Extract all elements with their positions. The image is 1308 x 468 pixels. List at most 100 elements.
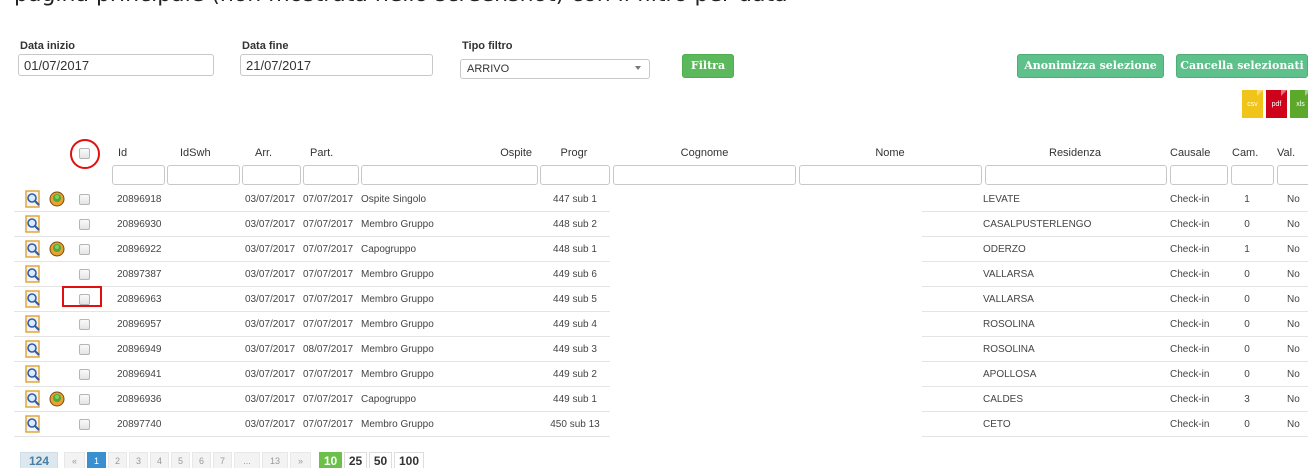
cell-reason: Check-in xyxy=(1170,419,1210,430)
next-page-button[interactable]: » xyxy=(290,452,311,468)
xls-export-icon[interactable]: xls xyxy=(1290,90,1308,118)
page-ellipsis: ... xyxy=(234,452,260,468)
filter-guest[interactable] xyxy=(361,165,538,185)
row-checkbox[interactable] xyxy=(79,194,90,205)
column-header-name[interactable]: Nome xyxy=(800,147,980,159)
csv-export-icon[interactable]: csv xyxy=(1242,90,1263,118)
page-2-button[interactable]: 2 xyxy=(108,452,127,468)
prev-page-button[interactable]: « xyxy=(64,452,85,468)
cell-id: 20896957 xyxy=(117,319,162,330)
filter-name[interactable] xyxy=(799,165,982,185)
start-date-input[interactable] xyxy=(18,54,214,76)
cell-reason: Check-in xyxy=(1170,394,1210,405)
pdf-export-icon[interactable]: pdf xyxy=(1266,90,1287,118)
column-header-arrival[interactable]: Arr. xyxy=(255,147,272,159)
cell-departure: 07/07/2017 xyxy=(303,419,354,430)
filter-val[interactable] xyxy=(1277,165,1308,185)
row-checkbox[interactable] xyxy=(79,269,90,280)
row-checkbox[interactable] xyxy=(79,244,90,255)
highlight-box xyxy=(62,286,102,307)
page-5-button[interactable]: 5 xyxy=(171,452,190,468)
end-date-input[interactable] xyxy=(240,54,433,76)
view-details-icon[interactable] xyxy=(24,265,42,283)
delete-selected-button[interactable]: Cancella selezionati xyxy=(1176,54,1308,78)
row-checkbox[interactable] xyxy=(79,419,90,430)
cell-val: No xyxy=(1287,344,1300,355)
column-header-surname[interactable]: Cognome xyxy=(612,147,797,159)
cell-departure: 07/07/2017 xyxy=(303,194,354,205)
filter-id[interactable] xyxy=(112,165,165,185)
anonymize-selection-button[interactable]: Anonimizza selezione xyxy=(1017,54,1164,78)
redacted-area xyxy=(610,186,922,441)
column-header-id[interactable]: Id xyxy=(118,147,127,159)
cell-residence: ODERZO xyxy=(983,244,1026,255)
globe-icon[interactable] xyxy=(49,191,65,207)
page-size-25-button[interactable]: 25 xyxy=(344,452,367,468)
end-date-label: Data fine xyxy=(242,40,289,52)
column-header-progr[interactable]: Progr xyxy=(540,147,608,159)
column-header-val[interactable]: Val. xyxy=(1277,147,1295,159)
column-header-residence[interactable]: Residenza xyxy=(985,147,1165,159)
filter-progr[interactable] xyxy=(540,165,610,185)
cell-residence: ROSOLINA xyxy=(983,344,1035,355)
globe-icon[interactable] xyxy=(49,391,65,407)
cell-residence: APOLLOSA xyxy=(983,369,1037,380)
filter-button[interactable]: Filtra xyxy=(682,54,734,78)
row-checkbox[interactable] xyxy=(79,394,90,405)
cell-room: 1 xyxy=(1244,244,1250,255)
view-details-icon[interactable] xyxy=(24,240,42,258)
page-1-button[interactable]: 1 xyxy=(87,452,106,468)
page-size-100-button[interactable]: 100 xyxy=(394,452,424,468)
column-header-guest[interactable]: Ospite xyxy=(362,147,532,159)
cell-reason: Check-in xyxy=(1170,244,1210,255)
view-details-icon[interactable] xyxy=(24,340,42,358)
cell-guest: Membro Gruppo xyxy=(361,219,434,230)
column-header-room[interactable]: Cam. xyxy=(1232,147,1258,159)
filter-surname[interactable] xyxy=(613,165,796,185)
filter-departure[interactable] xyxy=(303,165,359,185)
page-4-button[interactable]: 4 xyxy=(150,452,169,468)
filter-residence[interactable] xyxy=(985,165,1167,185)
filter-idswh[interactable] xyxy=(167,165,240,185)
page-3-button[interactable]: 3 xyxy=(129,452,148,468)
cell-reason: Check-in xyxy=(1170,269,1210,280)
view-details-icon[interactable] xyxy=(24,390,42,408)
chevron-down-icon xyxy=(635,66,641,70)
export-label: xls xyxy=(1296,101,1305,108)
page-7-button[interactable]: 7 xyxy=(213,452,232,468)
view-details-icon[interactable] xyxy=(24,215,42,233)
cell-guest: Membro Gruppo xyxy=(361,269,434,280)
column-header-reason[interactable]: Causale xyxy=(1170,147,1210,159)
page-fold xyxy=(1281,90,1287,96)
cell-guest: Capogruppo xyxy=(361,244,417,255)
total-count-badge: 124 xyxy=(20,452,58,468)
filter-room[interactable] xyxy=(1231,165,1274,185)
row-checkbox[interactable] xyxy=(79,319,90,330)
row-checkbox[interactable] xyxy=(79,369,90,380)
view-details-icon[interactable] xyxy=(24,365,42,383)
filter-type-label: Tipo filtro xyxy=(462,40,513,52)
globe-icon[interactable] xyxy=(49,241,65,257)
view-details-icon[interactable] xyxy=(24,315,42,333)
cell-progr: 449 sub 6 xyxy=(553,269,597,280)
page-13-button[interactable]: 13 xyxy=(262,452,288,468)
cell-departure: 07/07/2017 xyxy=(303,319,354,330)
cell-room: 0 xyxy=(1244,269,1250,280)
page-6-button[interactable]: 6 xyxy=(192,452,211,468)
filter-type-select[interactable]: ARRIVO xyxy=(460,59,650,79)
column-header-departure[interactable]: Part. xyxy=(310,147,333,159)
view-details-icon[interactable] xyxy=(24,290,42,308)
cell-arrival: 03/07/2017 xyxy=(245,244,296,255)
row-checkbox[interactable] xyxy=(79,219,90,230)
cell-residence: CETO xyxy=(983,419,1011,430)
view-details-icon[interactable] xyxy=(24,190,42,208)
filter-reason[interactable] xyxy=(1170,165,1228,185)
cell-guest: Membro Gruppo xyxy=(361,319,434,330)
page-size-50-button[interactable]: 50 xyxy=(369,452,392,468)
row-checkbox[interactable] xyxy=(79,344,90,355)
cell-guest: Ospite Singolo xyxy=(361,194,427,205)
view-details-icon[interactable] xyxy=(24,415,42,433)
column-header-idswh[interactable]: IdSwh xyxy=(180,147,211,159)
page-size-10-button[interactable]: 10 xyxy=(319,452,342,468)
filter-arrival[interactable] xyxy=(242,165,301,185)
